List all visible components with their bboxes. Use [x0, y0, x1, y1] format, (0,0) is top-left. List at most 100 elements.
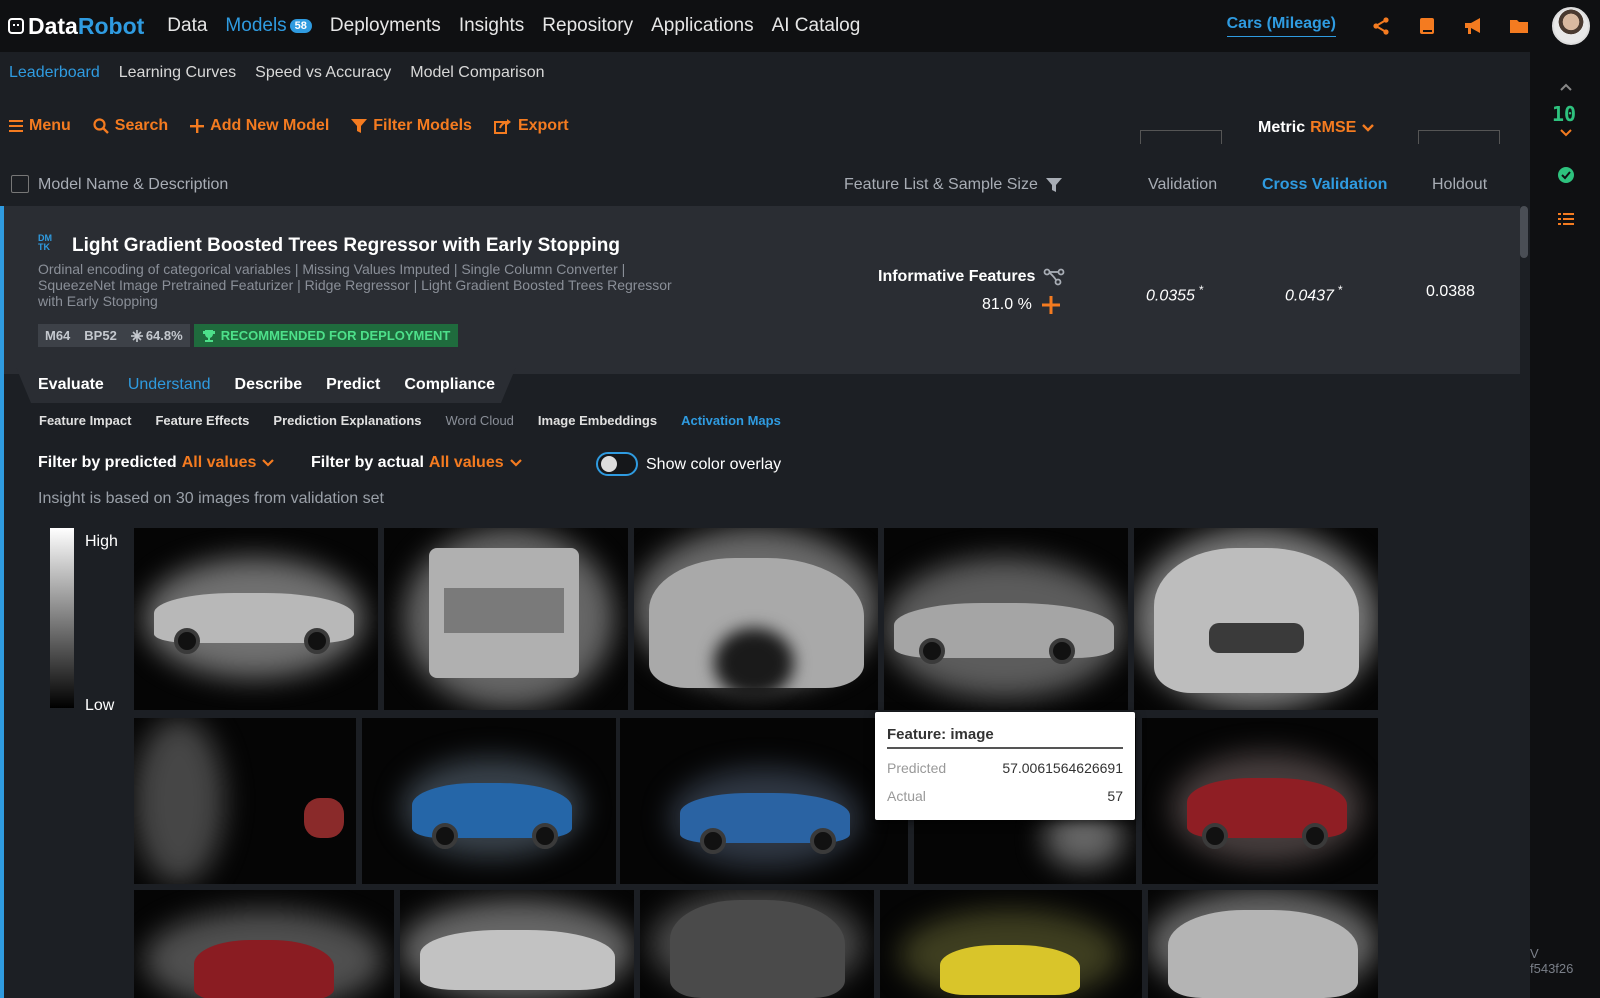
subtab-prediction-explanations[interactable]: Prediction Explanations — [273, 413, 421, 428]
check-circle-icon[interactable] — [1557, 166, 1575, 184]
subtab-image-embeddings[interactable]: Image Embeddings — [538, 413, 657, 428]
chevron-up-icon[interactable] — [1559, 82, 1573, 92]
nav-deployments[interactable]: Deployments — [330, 15, 441, 37]
folder-icon[interactable] — [1509, 16, 1529, 36]
nav-applications[interactable]: Applications — [651, 15, 753, 37]
nav-repository[interactable]: Repository — [542, 15, 633, 37]
nav-ai-catalog[interactable]: AI Catalog — [772, 15, 861, 37]
search-button[interactable]: Search — [93, 117, 168, 135]
holdout-score[interactable]: 0.0388 — [1426, 283, 1475, 301]
model-title[interactable]: Light Gradient Boosted Trees Regressor w… — [72, 235, 620, 257]
subnav-speed-vs-accuracy[interactable]: Speed vs Accuracy — [255, 64, 391, 82]
model-id-chip: M64 — [38, 324, 78, 347]
nav-models[interactable]: Models 58 — [225, 15, 312, 37]
megaphone-icon[interactable] — [1463, 16, 1483, 36]
add-new-model-button[interactable]: Add New Model — [190, 117, 329, 135]
plus-icon[interactable] — [1041, 296, 1060, 314]
activation-map-image[interactable] — [620, 718, 908, 884]
activation-map-image[interactable] — [134, 890, 394, 998]
understand-subtabs: Feature Impact Feature Effects Predictio… — [39, 413, 805, 428]
feature-lineage-icon[interactable] — [1043, 268, 1065, 286]
trophy-icon — [202, 329, 215, 342]
export-button[interactable]: Export — [493, 117, 569, 135]
model-description: Ordinal encoding of categorical variable… — [38, 261, 672, 309]
activation-map-image[interactable] — [1134, 528, 1378, 710]
column-cross-validation[interactable]: Cross Validation — [1262, 176, 1387, 194]
activation-map-image[interactable] — [884, 528, 1128, 710]
model-chips: M64 BP52 64.8% RECOMMENDED FOR DEPLOYMEN… — [38, 324, 459, 347]
blueprint-chip[interactable]: BP52 — [77, 324, 124, 347]
queue-count: 10 — [1552, 102, 1577, 126]
sample-pct-chip: 64.8% — [123, 324, 190, 347]
insight-note: Insight is based on 30 images from valid… — [38, 490, 384, 507]
validation-score[interactable]: 0.0355 * — [1146, 283, 1204, 305]
filter-models-button[interactable]: Filter Models — [351, 117, 472, 135]
activation-map-image[interactable] — [640, 890, 874, 998]
user-avatar[interactable] — [1552, 7, 1590, 45]
activation-map-image[interactable] — [362, 718, 616, 884]
models-count-badge: 58 — [289, 19, 312, 33]
leaderboard-toolbar: Menu Search Add New Model Filter Models … — [9, 117, 591, 135]
subnav-model-comparison[interactable]: Model Comparison — [410, 64, 544, 82]
metric-value: RMSE — [1310, 119, 1357, 136]
tab-evaluate[interactable]: Evaluate — [38, 376, 104, 394]
model-tabs: Evaluate Understand Describe Predict Com… — [16, 367, 516, 403]
subtab-word-cloud[interactable]: Word Cloud — [446, 413, 514, 428]
filter-by-actual[interactable]: Filter by actual All values — [311, 454, 523, 472]
activation-map-image[interactable] — [1142, 718, 1378, 884]
search-icon — [93, 118, 109, 134]
color-overlay-toggle[interactable] — [596, 452, 638, 476]
recommended-badge: RECOMMENDED FOR DEPLOYMENT — [193, 324, 459, 347]
project-name-link[interactable]: Cars (Mileage) — [1226, 15, 1336, 37]
activation-map-image[interactable] — [634, 528, 878, 710]
tab-predict[interactable]: Predict — [326, 376, 380, 394]
select-all-checkbox[interactable] — [11, 175, 29, 193]
subtab-feature-impact[interactable]: Feature Impact — [39, 413, 131, 428]
export-icon — [493, 119, 511, 134]
nav-data[interactable]: Data — [167, 15, 207, 37]
subnav-learning-curves[interactable]: Learning Curves — [119, 64, 236, 82]
snowflake-icon — [130, 329, 143, 342]
column-feature-list[interactable]: Feature List & Sample Size — [844, 176, 1062, 194]
feature-list-name[interactable]: Informative Features — [878, 268, 1065, 286]
filter-icon[interactable] — [1045, 177, 1062, 193]
activation-map-image[interactable] — [880, 890, 1142, 998]
list-icon[interactable] — [1557, 210, 1575, 228]
nav-insights[interactable]: Insights — [459, 15, 524, 37]
divider — [1418, 130, 1500, 144]
share-icon[interactable] — [1371, 16, 1391, 36]
book-icon[interactable] — [1417, 16, 1437, 36]
metric-selector[interactable]: Metric RMSE — [1258, 119, 1375, 137]
filter-actual-value: All values — [428, 454, 504, 471]
activation-map-image[interactable] — [134, 718, 356, 884]
selected-row-indicator — [0, 374, 4, 998]
sample-size: 81.0 % — [982, 296, 1060, 314]
chevron-down-icon — [1362, 124, 1375, 132]
filter-by-predicted[interactable]: Filter by predicted All values — [38, 454, 275, 472]
color-overlay-label: Show color overlay — [646, 456, 782, 473]
column-validation[interactable]: Validation — [1148, 176, 1217, 194]
activation-map-image[interactable] — [384, 528, 628, 710]
hamburger-icon — [9, 120, 23, 132]
activation-map-image[interactable] — [1148, 890, 1378, 998]
tab-compliance[interactable]: Compliance — [404, 376, 495, 394]
column-holdout[interactable]: Holdout — [1432, 176, 1487, 194]
tooltip-title: Feature: image — [887, 726, 994, 743]
tab-describe[interactable]: Describe — [235, 376, 303, 394]
chevron-down-icon[interactable] — [1559, 128, 1573, 138]
datarobot-logo[interactable]: Data Robot — [8, 13, 144, 40]
activation-map-image[interactable] — [400, 890, 634, 998]
subtab-feature-effects[interactable]: Feature Effects — [155, 413, 249, 428]
logo-text-robot: Robot — [77, 12, 145, 39]
leaderboard-scrollbar[interactable] — [1520, 206, 1528, 258]
subnav-leaderboard[interactable]: Leaderboard — [9, 64, 100, 82]
chevron-down-icon — [509, 459, 522, 467]
menu-button[interactable]: Menu — [9, 117, 71, 135]
version-label: V f543f26 — [1530, 946, 1574, 976]
tab-understand[interactable]: Understand — [128, 376, 211, 394]
cross-validation-score[interactable]: 0.0437 * — [1285, 283, 1343, 305]
column-model-name[interactable]: Model Name & Description — [38, 176, 228, 194]
subtab-activation-maps[interactable]: Activation Maps — [681, 413, 781, 428]
leaderboard-subnav: Leaderboard Learning Curves Speed vs Acc… — [0, 64, 555, 82]
activation-map-image[interactable] — [134, 528, 378, 710]
